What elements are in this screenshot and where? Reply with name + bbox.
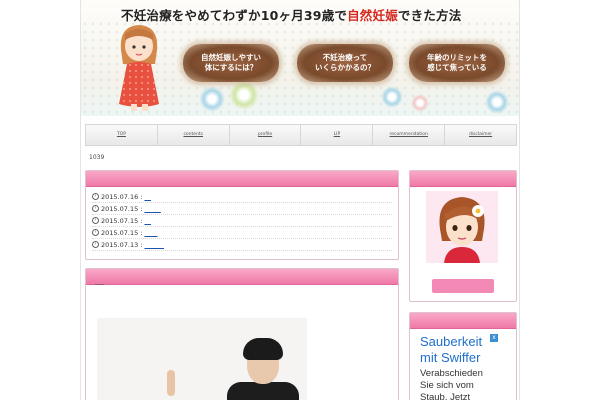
banner-button-line: いくらかかるの？ — [315, 63, 375, 72]
swiffer-ad[interactable]: x Sauberkeit mit Swiffer Verabschieden S… — [410, 330, 516, 400]
news-link[interactable]: _____ — [144, 205, 160, 213]
person-hair — [243, 338, 283, 360]
nav-item-recommendation[interactable]: recommendation — [373, 125, 446, 145]
site-title[interactable]: 不妊治療をやめてわずか10ヶ月39歳で自然妊娠できた方法 — [121, 5, 461, 24]
news-date: 2015.07.15 : — [101, 216, 143, 225]
ad-close-icon[interactable]: x — [490, 334, 498, 342]
news-date: 2015.07.15 : — [101, 204, 143, 213]
profile-panel — [409, 170, 517, 302]
list-item: › 2015.07.16 : __ — [92, 191, 392, 203]
profile-button[interactable] — [432, 279, 494, 293]
ad-headline-line: Sauberkeit — [420, 334, 483, 349]
banner-button-line: 年齢のリミットを — [427, 53, 487, 62]
list-item: › 2015.07.15 : ____ — [92, 227, 392, 239]
avatar — [426, 191, 498, 263]
global-nav: TOP contents profile LIP recommendation … — [85, 124, 517, 146]
news-link[interactable]: ______ — [144, 241, 164, 249]
nav-item-top[interactable]: TOP — [86, 125, 158, 145]
pointing-finger — [167, 370, 175, 396]
ad-body-line: Staub. Jetzt — [420, 392, 471, 400]
profile-avatar-illustration — [439, 197, 485, 263]
banner-button-line: 不妊治療って — [322, 53, 368, 62]
news-panel-header — [86, 171, 398, 187]
post-title[interactable]: ___ — [95, 278, 104, 285]
ad-body-line: Sie sich vom — [420, 380, 474, 391]
flower-decoration — [485, 90, 509, 114]
banner-button-line: 自然妊娠しやすい — [201, 53, 261, 62]
banner-button-treatment-cost[interactable]: 不妊治療って いくらかかるの？ — [297, 44, 393, 82]
ad-headline-line: mit Swiffer — [420, 350, 481, 365]
post-image — [97, 318, 307, 400]
news-link[interactable]: __ — [144, 217, 151, 225]
ad-headline: Sauberkeit mit Swiffer — [420, 334, 482, 366]
news-date: 2015.07.15 : — [101, 228, 143, 237]
header-banner[interactable]: 不妊治療をやめてわずか10ヶ月39歳で自然妊娠できた方法 自然妊娠しやすい 体に… — [81, 0, 519, 116]
list-item: › 2015.07.15 : __ — [92, 215, 392, 227]
site-title-suffix: できた方法 — [397, 8, 462, 23]
arrow-circle-icon: › — [92, 193, 99, 200]
breadcrumb: 1039 — [89, 154, 105, 161]
nav-item-lip[interactable]: LIP — [301, 125, 374, 145]
news-date: 2015.07.16 : — [101, 192, 143, 201]
news-list: › 2015.07.16 : __ › 2015.07.15 : _____ ›… — [86, 187, 398, 251]
post-panel-header — [86, 269, 398, 285]
banner-button-natural-pregnancy[interactable]: 自然妊娠しやすい 体にするには？ — [183, 44, 279, 82]
arrow-circle-icon: › — [92, 229, 99, 236]
news-panel: › 2015.07.16 : __ › 2015.07.15 : _____ ›… — [85, 170, 399, 260]
nav-item-contents[interactable]: contents — [158, 125, 230, 145]
list-item: › 2015.07.15 : _____ — [92, 203, 392, 215]
nav-item-profile[interactable]: profile — [230, 125, 302, 145]
arrow-circle-icon: › — [92, 241, 99, 248]
ad-body-line: Verabschieden — [420, 368, 483, 379]
banner-button-line: 体にするには？ — [204, 63, 258, 72]
person-body — [227, 382, 299, 400]
news-link[interactable]: __ — [144, 193, 151, 201]
news-date: 2015.07.13 : — [101, 240, 143, 249]
news-link[interactable]: ____ — [144, 229, 157, 237]
site-title-highlight: 自然妊娠 — [347, 8, 398, 23]
ad-body: Verabschieden Sie sich vom Staub. Jetzt — [420, 368, 483, 400]
banner-button-age-limit[interactable]: 年齢のリミットを 感じて焦っている — [409, 44, 505, 82]
flower-decoration — [199, 86, 225, 112]
flower-decoration — [381, 86, 403, 108]
arrow-circle-icon: › — [92, 217, 99, 224]
list-item: › 2015.07.13 : ______ — [92, 239, 392, 251]
nav-item-disclaimer[interactable]: disclaimer — [445, 125, 516, 145]
banner-button-line: 感じて焦っている — [427, 63, 487, 72]
profile-panel-header — [410, 171, 516, 187]
pregnant-woman-illustration — [119, 25, 159, 111]
arrow-circle-icon: › — [92, 205, 99, 212]
flower-decoration — [229, 80, 259, 110]
flower-decoration — [411, 94, 429, 112]
ad-panel-header — [410, 313, 516, 329]
